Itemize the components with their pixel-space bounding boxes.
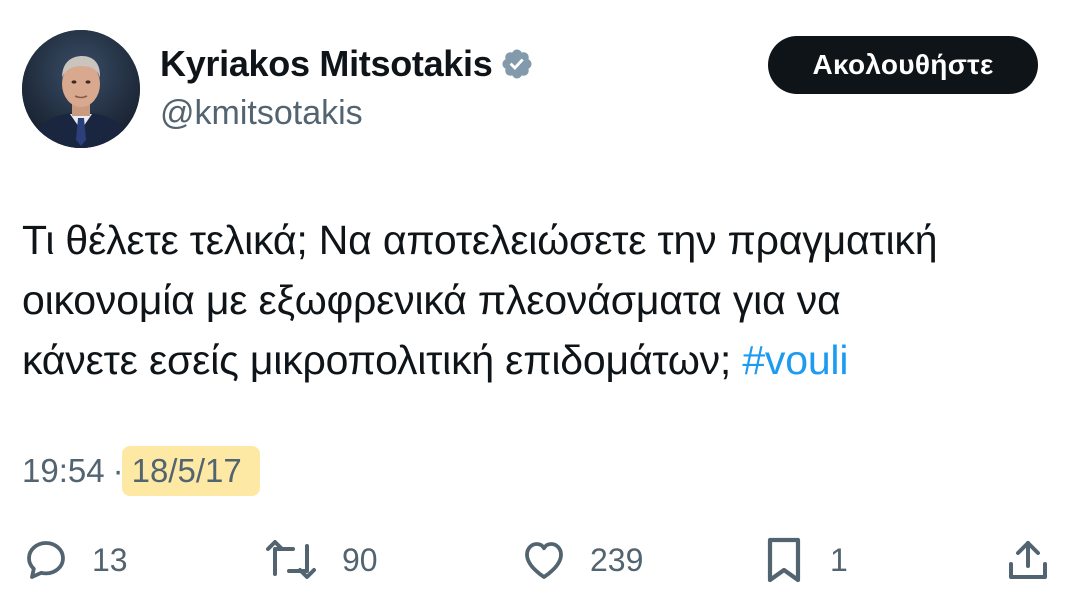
retweet-icon — [266, 540, 316, 579]
tweet-text: Τι θέλετε τελικά; Να αποτελειώσετε την π… — [22, 210, 1062, 390]
heart-icon — [525, 542, 563, 579]
like-count: 239 — [590, 541, 644, 578]
tweet-text-line: Τι θέλετε τελικά; Να αποτελειώσετε την π… — [22, 217, 938, 263]
tweet-action-bar: 13 90 239 1 — [0, 530, 1080, 590]
bookmark-count: 1 — [830, 541, 848, 578]
retweet-button[interactable]: 90 — [262, 530, 378, 590]
tweet-date-highlighted: 18/5/17 — [121, 446, 260, 496]
retweet-count: 90 — [342, 541, 378, 578]
like-button[interactable]: 239 — [520, 530, 643, 590]
verified-badge-icon — [500, 47, 534, 81]
tweet-text-line: οικονομία με εξωφρενικά πλεονάσματα για … — [22, 277, 841, 323]
author-display-name[interactable]: Kyriakos Mitsotakis — [160, 43, 493, 85]
reply-icon — [27, 541, 65, 579]
share-button[interactable] — [1004, 530, 1052, 590]
author-name-row: Kyriakos Mitsotakis — [160, 42, 534, 86]
avatar-icon — [22, 30, 140, 148]
tweet-timestamp[interactable]: 19:54 · 18/5/17 — [22, 446, 260, 496]
reply-button[interactable]: 13 — [22, 530, 128, 590]
share-icon — [1009, 541, 1047, 579]
follow-button[interactable]: Ακολουθήστε — [768, 36, 1038, 94]
bookmark-icon — [767, 537, 801, 583]
tweet-text-segment: κάνετε εσείς μικροπολιτική επιδομάτων; — [22, 337, 732, 383]
reply-count: 13 — [92, 541, 128, 578]
hashtag-link[interactable]: #vouli — [742, 337, 848, 383]
tweet-time: 19:54 — [22, 452, 105, 489]
avatar[interactable] — [22, 30, 140, 148]
tweet-text-line: κάνετε εσείς μικροπολιτική επιδομάτων; #… — [22, 330, 1062, 390]
author-handle[interactable]: @kmitsotakis — [160, 94, 363, 133]
bookmark-button[interactable]: 1 — [760, 530, 848, 590]
